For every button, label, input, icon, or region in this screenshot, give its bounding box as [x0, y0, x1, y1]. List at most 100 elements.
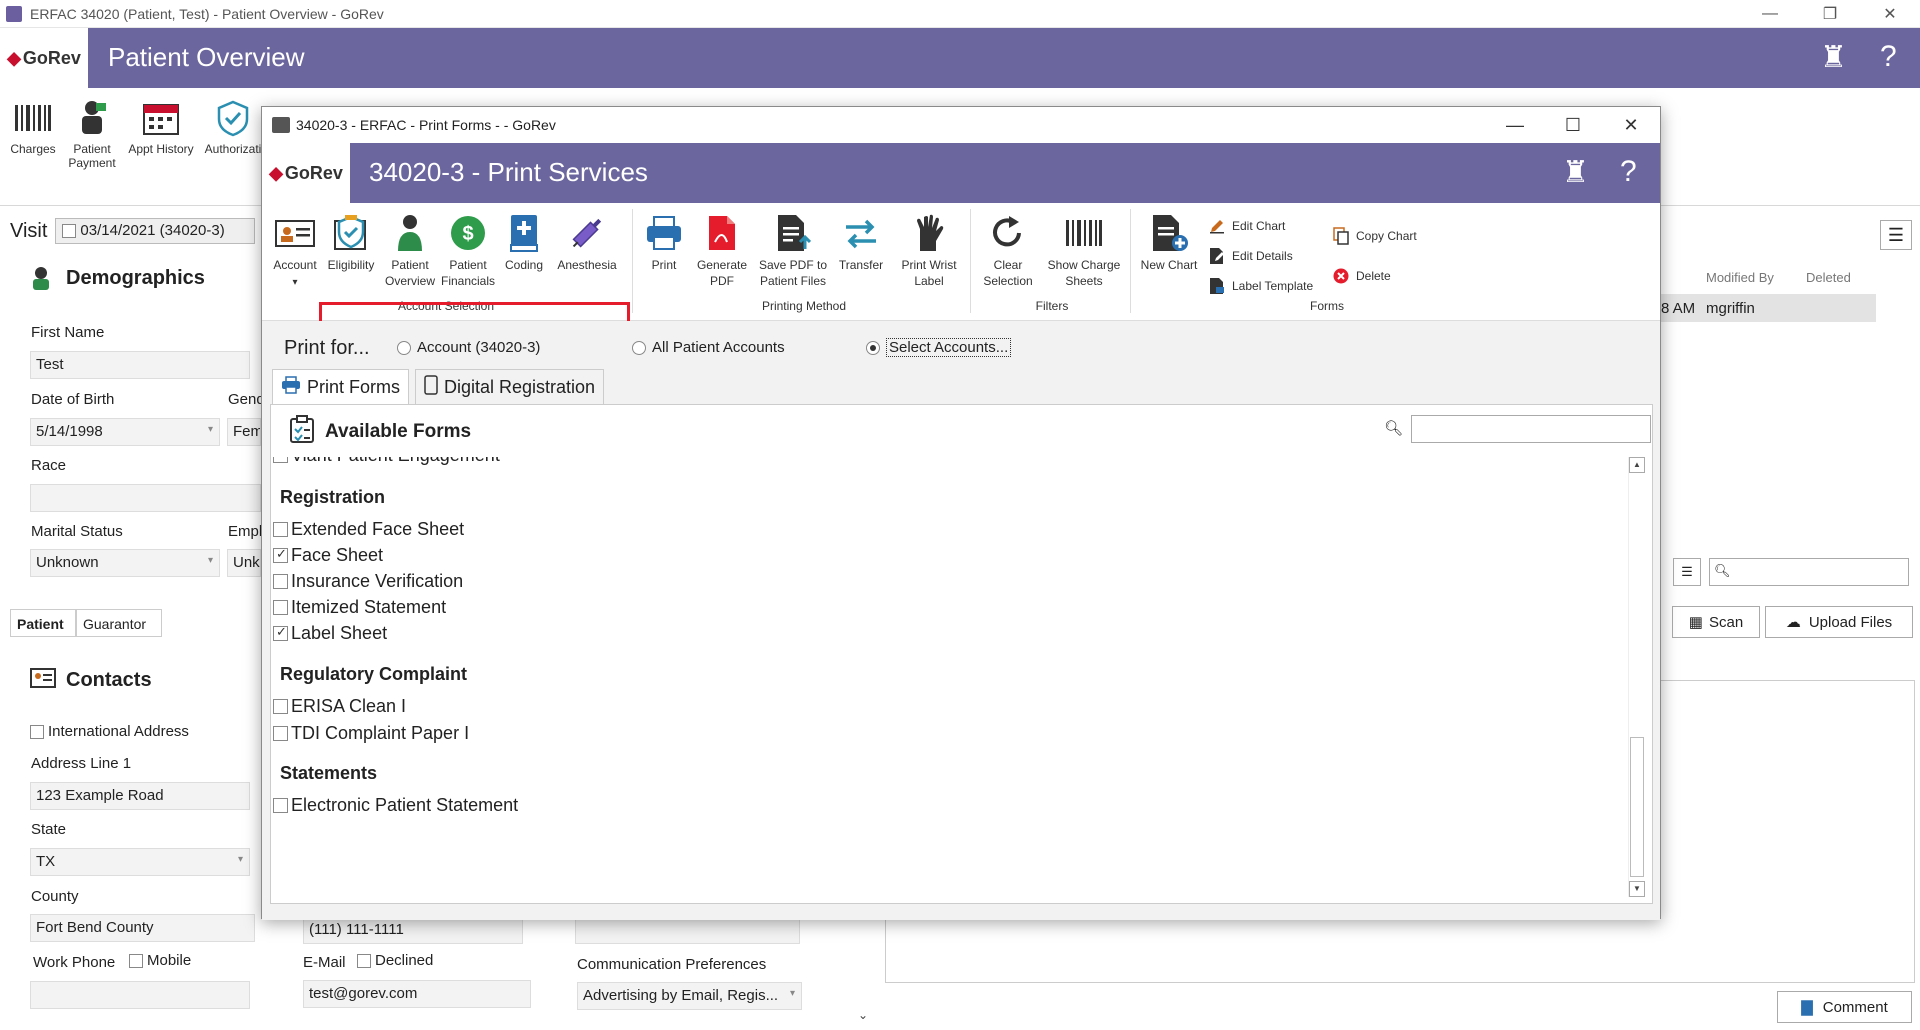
- eligibility-button[interactable]: Eligibility: [322, 213, 380, 273]
- charges-button[interactable]: Charges: [8, 98, 58, 156]
- first-name-field[interactable]: Test: [30, 351, 250, 379]
- form-label-sheet[interactable]: Label Sheet: [273, 623, 387, 644]
- coding-button[interactable]: Coding: [502, 213, 546, 273]
- employment-field[interactable]: Unk: [227, 549, 261, 577]
- help-icon[interactable]: ?: [1620, 155, 1637, 189]
- syringe-icon: [567, 213, 607, 253]
- dialog-maximize-icon[interactable]: ☐: [1544, 107, 1602, 143]
- scroll-down-icon[interactable]: ▼: [1629, 881, 1645, 897]
- dialog-close-icon[interactable]: ✕: [1602, 107, 1660, 143]
- menu-icon[interactable]: ☰: [1880, 220, 1912, 250]
- account-button[interactable]: Account ▾: [270, 213, 320, 291]
- gorev-logo: ◆ GoRev: [0, 28, 88, 88]
- phone2-field[interactable]: [575, 916, 800, 944]
- radio-select-accounts[interactable]: Select Accounts...: [866, 338, 1012, 357]
- authorizations-label: Authorizati: [204, 142, 262, 156]
- scroll-up-icon[interactable]: ▲: [1629, 457, 1645, 473]
- anesthesia-button[interactable]: Anesthesia: [554, 213, 620, 273]
- email-field[interactable]: test@gorev.com: [303, 980, 531, 1008]
- print-button[interactable]: Print: [642, 213, 686, 273]
- scroll-down-icon[interactable]: ⌄: [858, 1008, 868, 1022]
- printer-icon: [644, 213, 684, 253]
- print-wrist-label-button[interactable]: Print Wrist Label: [894, 213, 964, 289]
- new-chart-icon: [1149, 213, 1189, 253]
- modified-by-header: Modified By: [1706, 270, 1774, 285]
- forms-list: Viant Patient Engagement Registration Ex…: [271, 457, 1626, 897]
- forms-search-input[interactable]: [1411, 415, 1651, 443]
- calendar-icon: [140, 98, 182, 138]
- tab-guarantor[interactable]: Guarantor: [76, 609, 162, 637]
- files-search-input[interactable]: 🔍︎: [1709, 558, 1909, 586]
- comment-button[interactable]: ▇ Comment: [1777, 991, 1912, 1023]
- transfer-button[interactable]: Transfer: [834, 213, 888, 273]
- contacts-section-title: Contacts: [8, 668, 152, 692]
- work-phone-field[interactable]: [30, 981, 250, 1009]
- generate-pdf-button[interactable]: Generate PDF: [694, 213, 750, 289]
- phone-field[interactable]: (111) 111-1111: [303, 916, 523, 944]
- book-plus-icon: [504, 213, 544, 253]
- forms-scrollbar[interactable]: ▲ ▼: [1628, 457, 1645, 897]
- mobile-checkbox[interactable]: Mobile: [129, 952, 191, 969]
- show-charge-sheets-button[interactable]: Show Charge Sheets: [1042, 213, 1126, 289]
- edit-chart-button[interactable]: Edit Chart: [1208, 217, 1285, 235]
- dialog-minimize-icon[interactable]: —: [1486, 107, 1544, 143]
- help-icon[interactable]: ?: [1880, 40, 1897, 74]
- copy-chart-button[interactable]: Copy Chart: [1332, 227, 1417, 245]
- form-electronic-patient-statement[interactable]: Electronic Patient Statement: [273, 795, 518, 816]
- gender-field[interactable]: Fem: [227, 418, 261, 446]
- dob-field[interactable]: 5/14/1998: [30, 418, 220, 446]
- delete-button[interactable]: Delete: [1332, 267, 1391, 285]
- user-badge-icon[interactable]: ♜: [1820, 40, 1847, 75]
- available-forms-panel: Available Forms 🔍︎ Viant Patient Engagem…: [270, 404, 1653, 904]
- restore-icon[interactable]: ❐: [1800, 0, 1860, 28]
- minimize-icon[interactable]: —: [1740, 0, 1800, 28]
- form-insurance-verification[interactable]: Insurance Verification: [273, 571, 463, 592]
- refresh-icon: [988, 213, 1028, 253]
- list-icon[interactable]: ☰: [1673, 558, 1701, 586]
- state-field[interactable]: TX: [30, 848, 250, 876]
- marital-field[interactable]: Unknown: [30, 549, 220, 577]
- scan-button[interactable]: ▦ Scan: [1672, 606, 1760, 638]
- printer-icon: [281, 375, 301, 399]
- visit-label: Visit: [10, 219, 48, 242]
- scroll-thumb[interactable]: [1630, 737, 1644, 877]
- radio-account[interactable]: Account (34020-3): [397, 339, 540, 356]
- intl-address-checkbox[interactable]: International Address: [30, 723, 189, 740]
- form-itemized-statement[interactable]: Itemized Statement: [273, 597, 446, 618]
- form-tdi-complaint[interactable]: TDI Complaint Paper I: [273, 723, 469, 744]
- dialog-titlebar: 34020-3 - ERFAC - Print Forms - - GoRev …: [262, 107, 1660, 143]
- patient-overview-button[interactable]: Patient Overview: [382, 213, 438, 289]
- label-template-icon: [1208, 277, 1226, 295]
- county-field[interactable]: Fort Bend County: [30, 914, 255, 942]
- list-item[interactable]: Viant Patient Engagement: [273, 457, 500, 466]
- upload-files-button[interactable]: ☁ Upload Files: [1765, 606, 1913, 638]
- radio-all-patient-accounts[interactable]: All Patient Accounts: [632, 339, 785, 356]
- comm-pref-field[interactable]: Advertising by Email, Regis...: [577, 982, 802, 1010]
- visit-select[interactable]: 03/14/2021 (34020-3): [55, 218, 256, 244]
- save-pdf-button[interactable]: Save PDF to Patient Files: [756, 213, 830, 289]
- new-chart-button[interactable]: New Chart: [1136, 213, 1202, 273]
- authorizations-button[interactable]: Authorizati: [204, 98, 262, 156]
- patient-financials-button[interactable]: $ Patient Financials: [440, 213, 496, 289]
- clipboard-check-icon: [289, 415, 315, 449]
- tab-print-forms[interactable]: Print Forms: [272, 369, 410, 405]
- contact-card-icon: [30, 668, 56, 692]
- declined-checkbox[interactable]: Declined: [357, 952, 433, 969]
- form-erisa-clean[interactable]: ERISA Clean I: [273, 696, 406, 717]
- tab-patient[interactable]: Patient: [10, 609, 76, 637]
- clear-selection-button[interactable]: Clear Selection: [978, 213, 1038, 289]
- edit-details-button[interactable]: Edit Details: [1208, 247, 1293, 265]
- tab-digital-registration[interactable]: Digital Registration: [415, 369, 605, 405]
- addr1-field[interactable]: 123 Example Road: [30, 782, 250, 810]
- race-field[interactable]: [30, 484, 261, 512]
- label-template-button[interactable]: Label Template: [1208, 277, 1313, 295]
- appt-history-button[interactable]: Appt History: [124, 98, 198, 156]
- close-icon[interactable]: ✕: [1860, 0, 1920, 28]
- patient-payment-button[interactable]: Patient Payment: [64, 98, 120, 170]
- shield-check-icon: [212, 98, 254, 138]
- form-extended-face-sheet[interactable]: Extended Face Sheet: [273, 519, 464, 540]
- person-icon: [30, 266, 54, 290]
- form-face-sheet[interactable]: Face Sheet: [273, 545, 383, 566]
- scanner-icon: ▦: [1688, 614, 1703, 631]
- user-badge-icon[interactable]: ♜: [1562, 155, 1589, 190]
